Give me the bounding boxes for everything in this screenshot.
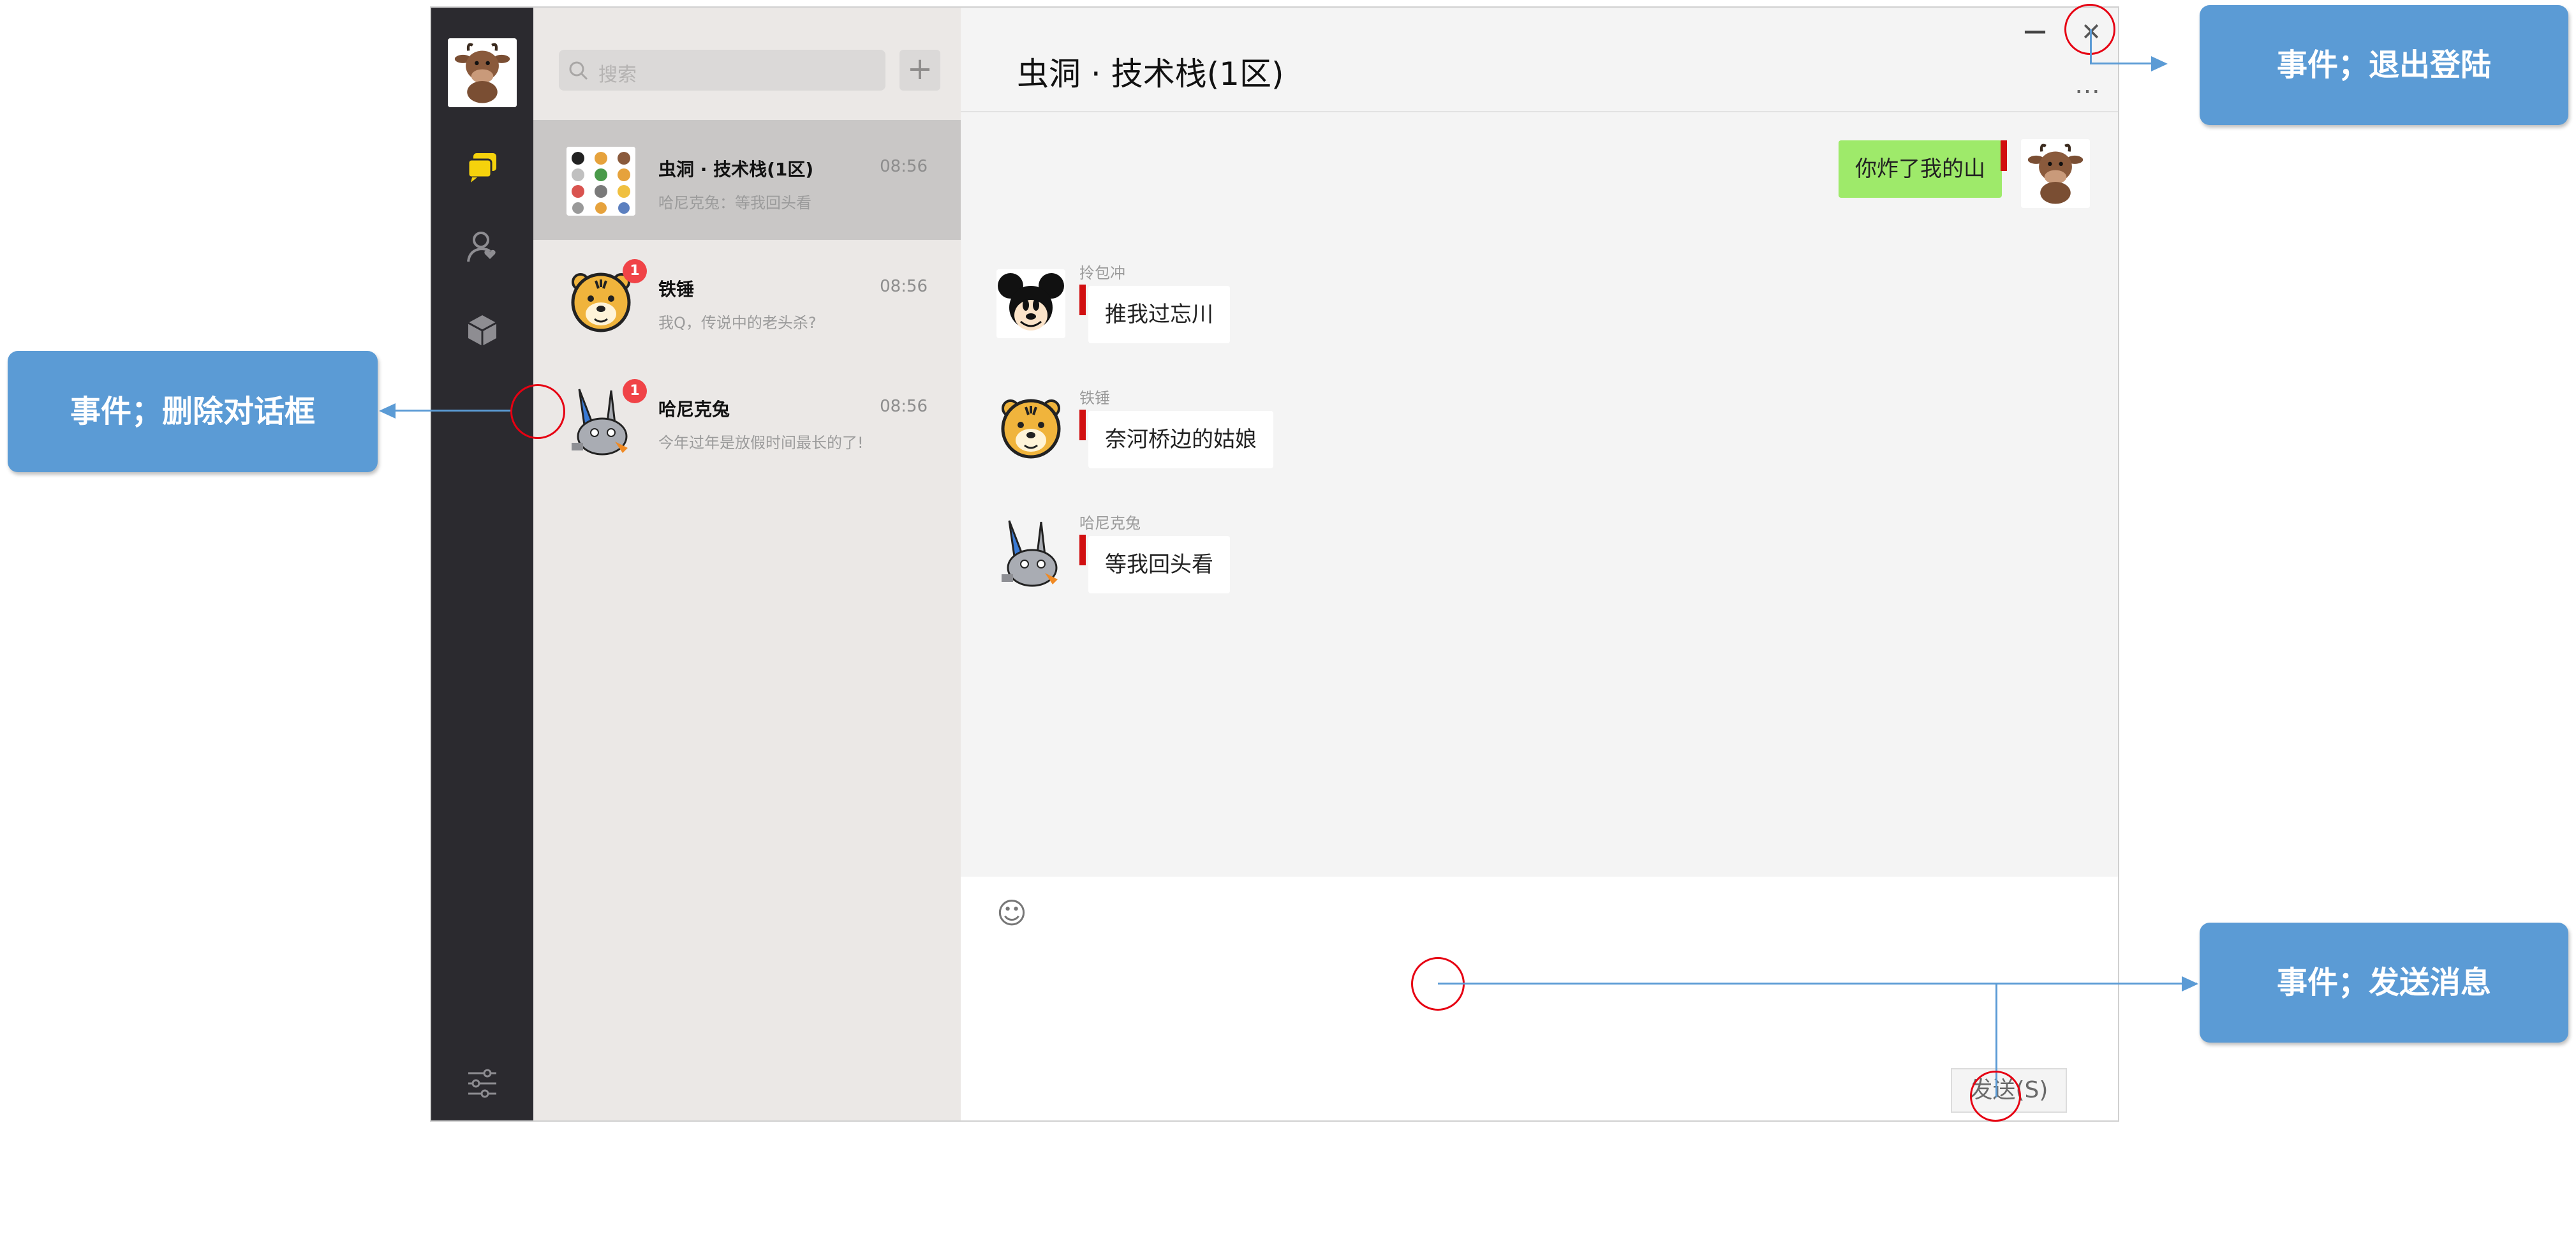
sidebar — [431, 8, 533, 1120]
unread-badge: 1 — [623, 259, 647, 283]
conversation-preview: 我Q，传说中的老头杀? — [658, 314, 817, 332]
callout-send: 事件；发送消息 — [2200, 923, 2568, 1043]
sender-avatar[interactable] — [996, 393, 1065, 462]
message-bubble[interactable]: 你炸了我的山 — [1839, 140, 2002, 198]
message-marker — [1079, 535, 1086, 565]
minimize-icon[interactable]: — — [2024, 18, 2047, 44]
callout-delete: 事件；删除对话框 — [8, 351, 378, 472]
conversation-preview: 哈尼克兔：等我回头看 — [658, 194, 811, 212]
chat-header: 虫洞 · 技术栈(1区) — ✕ … — [961, 8, 2118, 112]
chat-panel: 虫洞 · 技术栈(1区) — ✕ … 你炸了我的山 — [961, 8, 2118, 1120]
search-icon — [569, 61, 588, 80]
connector-line — [1438, 983, 2197, 985]
message-marker — [2001, 140, 2007, 171]
plus-icon[interactable]: + — [899, 50, 940, 91]
cow-avatar-icon — [448, 38, 517, 107]
sender-name: 哈尼克兔 — [1079, 514, 1141, 532]
message-bubble[interactable]: 奈河桥边的姑娘 — [1088, 411, 1273, 468]
conversation-time: 08:56 — [880, 157, 928, 176]
sender-avatar[interactable] — [996, 269, 1065, 338]
cow-avatar-icon — [2021, 139, 2090, 208]
conversation-name: 哈尼克兔 — [658, 399, 730, 420]
connector-arrow — [379, 403, 396, 419]
conversation-item[interactable]: 1 铁锤 08:56 我Q，传说中的老头杀? — [533, 240, 961, 360]
group-avatar — [566, 147, 635, 216]
chat-icon[interactable] — [464, 149, 500, 185]
search-box[interactable]: 搜索 — [559, 50, 885, 91]
settings-icon[interactable] — [464, 1066, 500, 1101]
connector-line — [2090, 63, 2154, 64]
input-area[interactable]: ☺ 发送(S) — [961, 877, 2118, 1120]
connector-arrow — [2182, 976, 2198, 992]
message-marker — [1079, 285, 1086, 315]
connector-line — [2090, 29, 2092, 64]
highlight-circle — [510, 384, 565, 439]
unread-badge: 1 — [623, 379, 647, 403]
contacts-icon[interactable] — [464, 230, 500, 265]
box-icon[interactable] — [464, 313, 500, 348]
group-avatar-icon — [566, 147, 635, 216]
message-input[interactable] — [995, 953, 2084, 1234]
message-bubble[interactable]: 等我回头看 — [1088, 536, 1230, 593]
conversation-item[interactable]: 虫洞 · 技术栈(1区) 08:56 哈尼克兔：等我回头看 — [533, 120, 961, 240]
message-bubble[interactable]: 推我过忘川 — [1088, 286, 1230, 343]
connector-arrow — [2151, 56, 2168, 71]
sender-name: 铁锤 — [1079, 389, 1110, 407]
conversation-name: 虫洞 · 技术栈(1区) — [658, 159, 814, 180]
conversation-list: 搜索 + 虫洞 · 技术栈(1区) 08:56 哈尼克兔：等我回头看 1 铁锤 … — [533, 8, 961, 1120]
emoji-icon[interactable]: ☺ — [996, 896, 1027, 930]
user-avatar[interactable] — [448, 38, 517, 107]
conversation-time: 08:56 — [880, 277, 928, 296]
sender-name: 拎包冲 — [1079, 264, 1125, 282]
mouse-avatar-icon — [996, 269, 1065, 338]
sender-avatar[interactable] — [996, 518, 1065, 587]
connector-line — [394, 410, 512, 412]
conversation-name: 铁锤 — [658, 279, 695, 300]
highlight-circle — [1970, 1071, 2021, 1122]
rabbit-avatar-icon — [1002, 520, 1058, 587]
chat-title: 虫洞 · 技术栈(1区) — [1017, 56, 1284, 93]
self-avatar[interactable] — [2021, 139, 2090, 208]
search-input[interactable]: 搜索 — [598, 59, 637, 87]
wechat-window: 搜索 + 虫洞 · 技术栈(1区) 08:56 哈尼克兔：等我回头看 1 铁锤 … — [430, 6, 2119, 1122]
tiger-avatar-icon — [1001, 399, 1061, 459]
conversation-preview: 今年过年是放假时间最长的了! — [658, 434, 864, 452]
message-marker — [1079, 410, 1086, 440]
conversation-time: 08:56 — [880, 397, 928, 416]
callout-logout: 事件；退出登陆 — [2200, 5, 2568, 125]
more-icon[interactable]: … — [2075, 70, 2101, 100]
conversation-item[interactable]: 1 哈尼克兔 08:56 今年过年是放假时间最长的了! — [533, 360, 961, 480]
